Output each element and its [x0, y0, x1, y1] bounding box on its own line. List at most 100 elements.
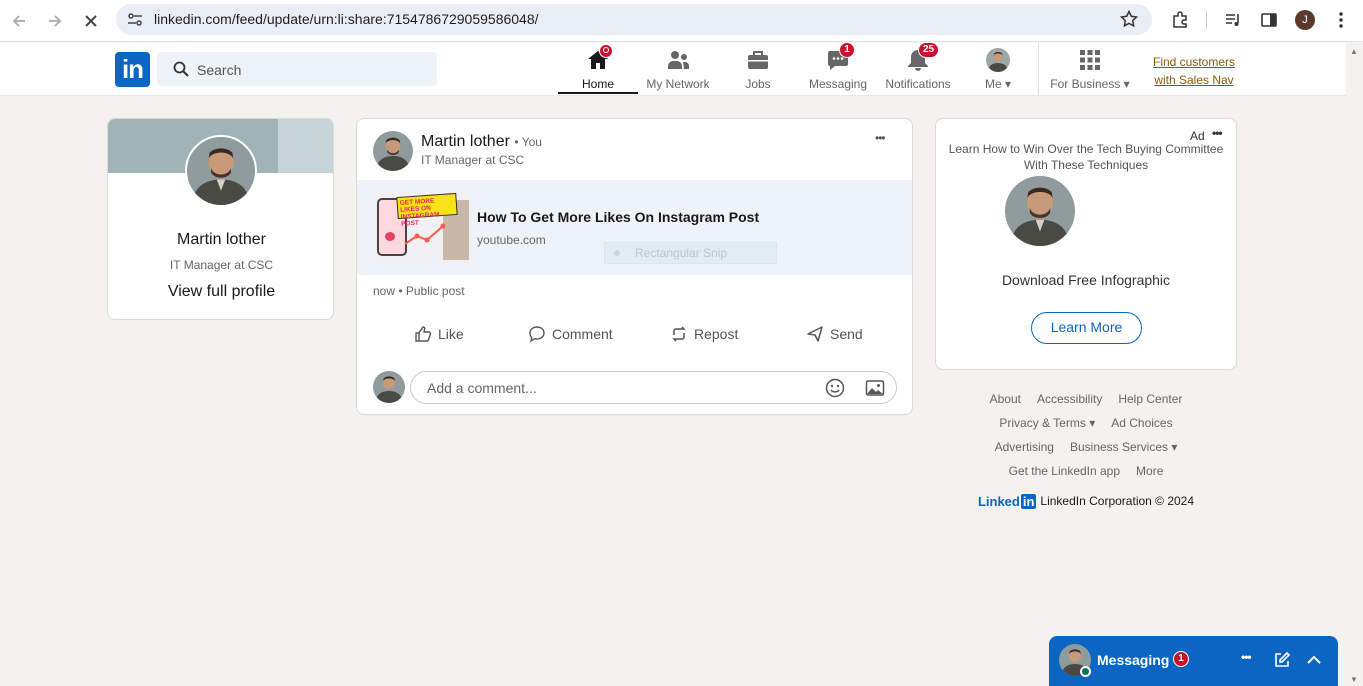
post-author-headline: IT Manager at CSC	[421, 153, 525, 167]
repost-button[interactable]: Repost	[670, 325, 738, 343]
thumbs-up-icon	[415, 326, 432, 342]
send-button[interactable]: Send	[806, 325, 863, 343]
link-domain: youtube.com	[477, 233, 546, 247]
send-icon	[807, 326, 823, 342]
scroll-up-arrow-icon[interactable]: ▲	[1350, 47, 1358, 56]
repost-label: Repost	[694, 326, 739, 342]
profile-avatar[interactable]: J	[1294, 9, 1316, 31]
nav-me[interactable]: Me ▾	[978, 47, 1018, 95]
view-full-profile-link[interactable]: View full profile	[108, 283, 333, 301]
chevron-down-icon: ▾	[1123, 77, 1130, 91]
bookmark-star-icon[interactable]	[1119, 9, 1139, 33]
profile-name[interactable]: Martin lother	[108, 231, 333, 249]
footer-app-link[interactable]: Get the LinkedIn app	[1009, 464, 1120, 478]
home-dot-badge	[599, 44, 613, 58]
comment-icon	[529, 326, 545, 343]
nav-for-business[interactable]: For Business ▾	[1048, 47, 1132, 95]
nav-messaging-label: Messaging	[808, 77, 868, 91]
post-author-name[interactable]: Martin lother	[421, 133, 510, 150]
bell-icon: 25	[905, 42, 940, 73]
nav-home-label: Home	[581, 77, 614, 91]
media-controls-icon[interactable]	[1222, 9, 1244, 31]
nav-notifications-label: Notifications	[885, 77, 951, 91]
search-placeholder: Search	[197, 62, 242, 78]
ad-avatar	[1005, 176, 1075, 246]
footer-accessibility-link[interactable]: Accessibility	[1037, 392, 1102, 406]
commenter-avatar	[373, 371, 405, 403]
side-panel-icon[interactable]	[1258, 9, 1280, 31]
footer-ad-choices-link[interactable]: Ad Choices	[1111, 416, 1172, 430]
link-title[interactable]: How To Get More Likes On Instagram Post	[477, 209, 759, 225]
post-more-icon[interactable]: •••	[875, 131, 886, 145]
ad-headline: Learn How to Win Over the Tech Buying Co…	[948, 142, 1224, 172]
profile-avatar-photo[interactable]	[185, 135, 257, 207]
ad-card: Ad ••• Learn How to Win Over the Tech Bu…	[935, 118, 1237, 370]
nav-my-network-label: My Network	[646, 77, 710, 91]
messaging-bar-label: Messaging	[1097, 652, 1170, 668]
compose-message-icon[interactable]	[1273, 651, 1291, 674]
image-icon[interactable]	[865, 378, 885, 403]
send-label: Send	[830, 326, 863, 342]
post-you-tag: • You	[514, 135, 542, 149]
nav-business-label: For Business ▾	[1050, 77, 1129, 91]
back-arrow-icon[interactable]	[7, 9, 31, 33]
page-scrollbar[interactable]: ▲ ▼	[1346, 43, 1363, 686]
chevron-up-icon[interactable]	[1305, 651, 1323, 674]
footer-more-link[interactable]: More	[1136, 464, 1163, 478]
ad-more-icon[interactable]: •••	[1212, 126, 1223, 140]
online-status-dot	[1080, 666, 1091, 677]
scroll-down-arrow-icon[interactable]: ▼	[1350, 675, 1358, 684]
forward-arrow-icon[interactable]	[43, 9, 67, 33]
chat-bubble-icon: 1	[825, 42, 855, 73]
snip-overlay-label: Rectangular Snip	[635, 246, 728, 260]
linkedin-logo[interactable]: in	[115, 52, 150, 87]
nav-notifications[interactable]: 25 Notifications	[882, 42, 954, 95]
footer-privacy-link[interactable]: Privacy & Terms ▾	[999, 416, 1095, 430]
footer-logo-in: in	[1020, 493, 1037, 509]
address-bar[interactable]: linkedin.com/feed/update/urn:li:share:71…	[116, 4, 1152, 35]
like-button[interactable]: Like	[414, 325, 464, 343]
post-card: Martin lother • You IT Manager at CSC ••…	[356, 118, 913, 415]
comment-placeholder: Add a comment...	[427, 380, 537, 396]
snip-dot-icon	[614, 250, 620, 256]
ad-cta-text: Download Free Infographic	[1001, 272, 1171, 288]
messaging-overlay-bar[interactable]: Messaging 1 •••	[1049, 636, 1338, 686]
nav-messaging[interactable]: 1 Messaging	[806, 42, 870, 95]
extensions-puzzle-icon[interactable]	[1169, 9, 1191, 31]
sales-nav-link[interactable]: Find customers with Sales Nav	[1150, 53, 1238, 89]
heart-icon	[385, 232, 395, 241]
nav-my-network[interactable]: My Network	[644, 47, 712, 95]
search-input[interactable]: Search	[157, 52, 437, 86]
chevron-down-icon: ▾	[1004, 77, 1012, 91]
sales-nav-line2: with Sales Nav	[1154, 73, 1234, 87]
link-preview[interactable]: GET MORE LIKES ON INSTAGRAM POST How To …	[357, 180, 912, 275]
toolbar-divider	[1206, 11, 1207, 29]
messaging-more-icon[interactable]: •••	[1241, 650, 1252, 664]
nav-me-text: Me	[984, 77, 1002, 91]
footer-advertising-link[interactable]: Advertising	[995, 440, 1054, 454]
browser-menu-icon[interactable]	[1330, 9, 1352, 31]
nav-jobs[interactable]: Jobs	[734, 47, 782, 95]
stop-loading-icon[interactable]	[79, 9, 103, 33]
linkedin-global-nav: in Search Home My Network Jobs 1 Messagi…	[0, 42, 1346, 96]
footer-business-services-link[interactable]: Business Services ▾	[1070, 440, 1177, 454]
nav-home[interactable]: Home	[572, 44, 624, 95]
me-avatar	[985, 47, 1011, 73]
footer-business-text: Business Services	[1069, 440, 1169, 454]
post-author-avatar[interactable]	[373, 131, 413, 171]
post-meta: now • Public post	[373, 284, 465, 298]
grid-icon	[1077, 47, 1103, 73]
comment-input[interactable]: Add a comment...	[410, 371, 897, 404]
comment-button[interactable]: Comment	[528, 325, 613, 343]
learn-more-button[interactable]: Learn More	[1031, 312, 1142, 344]
footer-links: About Accessibility Help Center Privacy …	[936, 388, 1236, 518]
footer-help-link[interactable]: Help Center	[1118, 392, 1182, 406]
browser-toolbar: linkedin.com/feed/update/urn:li:share:71…	[0, 0, 1363, 42]
rectangular-snip-overlay: Rectangular Snip	[604, 242, 777, 264]
active-tab-indicator	[558, 92, 638, 94]
messaging-bar-badge: 1	[1173, 651, 1189, 667]
emoji-icon[interactable]	[825, 378, 845, 403]
site-settings-icon[interactable]	[126, 11, 144, 34]
nav-jobs-label: Jobs	[745, 77, 771, 91]
footer-about-link[interactable]: About	[990, 392, 1021, 406]
